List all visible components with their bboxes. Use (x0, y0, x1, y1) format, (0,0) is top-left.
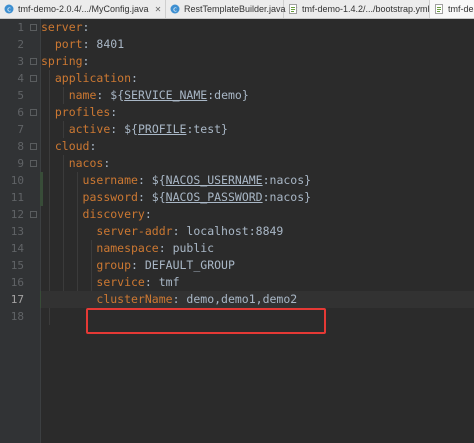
svg-text:c: c (173, 6, 177, 14)
code-line: active: ${PROFILE:test} (68, 122, 228, 136)
code-line: spring: (41, 54, 90, 68)
yaml-key: nacos (68, 156, 104, 170)
code-line: service: tmf (96, 275, 180, 289)
fold-toggle-icon[interactable] (30, 58, 37, 65)
line-number: 10 (10, 174, 24, 187)
yaml-key: clusterName (96, 292, 173, 306)
yaml-key: server (41, 20, 83, 34)
java-class-icon: c (4, 4, 14, 14)
fold-toggle-icon[interactable] (30, 75, 37, 82)
code-editor[interactable]: 1 2 3 4 5 6 7 8 9 10 11 12 13 14 15 16 1… (0, 19, 474, 443)
code-line: server-addr: localhost:8849 (96, 224, 284, 238)
tab-tmf-demo-active[interactable]: tmf-demo (430, 0, 474, 18)
yaml-file-icon (435, 4, 443, 14)
env-variable: NACOS_PASSWORD (165, 190, 263, 204)
env-variable: SERVICE_NAME (124, 88, 208, 102)
fold-toggle-icon[interactable] (30, 24, 37, 31)
yaml-file-icon (289, 4, 297, 14)
line-number: 11 (10, 191, 24, 204)
line-number: 6 (17, 106, 24, 119)
tab-label: tmf-demo-2.0.4/.../MyConfig.java (18, 4, 149, 14)
code-area[interactable]: server: port: 8401 spring: application: … (41, 19, 474, 443)
yaml-value: 8401 (89, 37, 125, 51)
java-class-icon: c (170, 4, 180, 14)
line-number: 7 (17, 123, 24, 136)
code-line: name: ${SERVICE_NAME:demo} (68, 88, 249, 102)
line-number: 15 (10, 259, 24, 272)
line-number: 4 (17, 72, 24, 85)
fold-toggle-icon[interactable] (30, 211, 37, 218)
tab-resttemplatebuilder-java[interactable]: c RestTemplateBuilder.java ✕ (166, 0, 298, 18)
tab-label: tmf-demo-1.4.2/.../bootstrap.yml (302, 4, 430, 14)
line-number: 9 (17, 157, 24, 170)
yaml-key: namespace (96, 241, 159, 255)
yaml-key: active (68, 122, 111, 136)
yaml-key: service (96, 275, 145, 289)
code-line: group: DEFAULT_GROUP (96, 258, 235, 272)
yaml-value: public (165, 241, 215, 255)
yaml-value: demo,demo1,demo2 (179, 292, 298, 306)
yaml-key: name (68, 88, 97, 102)
code-line: password: ${NACOS_PASSWORD:nacos} (82, 190, 312, 204)
tab-label: RestTemplateBuilder.java (184, 4, 286, 14)
yaml-key: port (54, 37, 83, 51)
line-number: 2 (17, 38, 24, 51)
code-line: discovery: (82, 207, 152, 221)
tab-myconfig-java[interactable]: c tmf-demo-2.0.4/.../MyConfig.java ✕ (0, 0, 166, 18)
code-line: username: ${NACOS_USERNAME:nacos} (82, 173, 312, 187)
yaml-key: cloud (54, 139, 90, 153)
yaml-key: server-addr (96, 224, 173, 238)
yaml-value: DEFAULT_GROUP (137, 258, 235, 272)
editor-tab-bar: c tmf-demo-2.0.4/.../MyConfig.java ✕ c R… (0, 0, 474, 19)
yaml-key: application (54, 71, 132, 85)
code-line: profiles: (54, 105, 118, 119)
line-number: 5 (17, 89, 24, 102)
yaml-key: discovery (82, 207, 145, 221)
tab-label: tmf-demo (448, 4, 474, 14)
yaml-key: spring (41, 54, 83, 68)
line-number: 1 (17, 21, 24, 34)
line-number-gutter: 1 2 3 4 5 6 7 8 9 10 11 12 13 14 15 16 1… (0, 19, 41, 443)
svg-text:c: c (7, 6, 11, 14)
fold-toggle-icon[interactable] (30, 160, 37, 167)
line-number: 12 (10, 208, 24, 221)
code-line: cloud: (54, 139, 97, 153)
code-line: server: (41, 20, 90, 34)
line-number: 3 (17, 55, 24, 68)
close-icon[interactable]: ✕ (155, 5, 162, 14)
env-variable: PROFILE (137, 122, 187, 136)
yaml-key: profiles (54, 105, 111, 119)
yaml-key: username (82, 173, 138, 187)
line-number: 14 (10, 242, 24, 255)
line-number-current: 17 (10, 293, 24, 306)
line-number: 16 (10, 276, 24, 289)
yaml-value: tmf (151, 275, 180, 289)
line-number: 18 (10, 310, 24, 323)
fold-toggle-icon[interactable] (30, 109, 37, 116)
code-line-current: clusterName: demo,demo1,demo2 (41, 291, 474, 308)
fold-toggle-icon[interactable] (30, 143, 37, 150)
env-variable: NACOS_USERNAME (165, 173, 263, 187)
annotation-highlight-box (86, 308, 326, 334)
line-number: 13 (10, 225, 24, 238)
yaml-key: group (96, 258, 132, 272)
code-line: nacos: (68, 156, 111, 170)
code-line: port: 8401 (54, 37, 125, 51)
line-number: 8 (17, 140, 24, 153)
tab-bootstrap-yml[interactable]: tmf-demo-1.4.2/.../bootstrap.yml ✕ (284, 0, 442, 18)
yaml-key: password (82, 190, 138, 204)
yaml-value: localhost:8849 (179, 224, 284, 238)
code-line: namespace: public (96, 241, 215, 255)
code-line: application: (54, 71, 138, 85)
